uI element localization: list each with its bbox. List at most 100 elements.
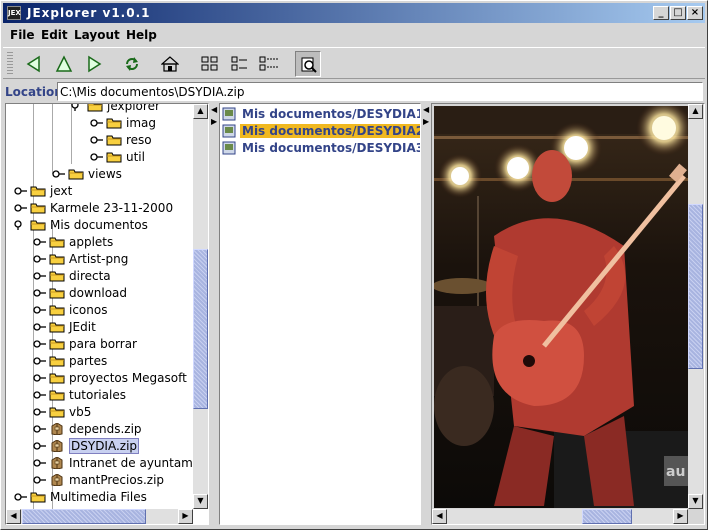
split-divider[interactable]: ◀ ▶: [422, 103, 430, 525]
title-bar[interactable]: JEX JExplorer v1.0.1 _ □ ×: [3, 3, 705, 23]
up-button[interactable]: [51, 51, 77, 77]
window-title: JExplorer v1.0.1: [27, 6, 151, 20]
collapsed-handle-icon[interactable]: [14, 186, 28, 196]
menu-help[interactable]: Help: [126, 28, 157, 42]
folder-icon: [49, 254, 65, 265]
zip-archive-icon: [51, 440, 63, 452]
collapsed-handle-icon[interactable]: [33, 288, 47, 298]
scroll-thumb[interactable]: [193, 249, 208, 409]
tree-item-label: reso: [126, 133, 152, 147]
zip-archive-icon: [51, 474, 63, 486]
forward-button[interactable]: [81, 51, 107, 77]
home-button[interactable]: [157, 51, 183, 77]
collapsed-handle-icon[interactable]: [33, 407, 47, 417]
collapsed-handle-icon[interactable]: [33, 356, 47, 366]
scroll-left-button[interactable]: ◀: [432, 509, 447, 524]
tree-item-label: tutoriales: [69, 388, 126, 402]
preview-vertical-scrollbar[interactable]: ▲ ▼: [688, 104, 703, 509]
tree-connector-line: [71, 104, 72, 164]
image-file-icon: [222, 107, 236, 121]
folder-icon: [49, 237, 65, 248]
tree-item-label: util: [126, 150, 145, 164]
collapsed-handle-icon[interactable]: [14, 203, 28, 213]
tree-item-label: Artist-png: [69, 252, 129, 266]
scroll-down-button[interactable]: ▼: [688, 494, 703, 509]
expanded-handle-icon[interactable]: [71, 103, 85, 111]
toolbar-grip[interactable]: [7, 52, 13, 76]
scroll-thumb[interactable]: [22, 509, 146, 524]
folder-icon: [49, 390, 65, 401]
collapsed-handle-icon[interactable]: [33, 441, 47, 451]
tree-horizontal-scrollbar[interactable]: ◀ ▶: [6, 509, 193, 524]
expanded-handle-icon[interactable]: [14, 220, 28, 230]
file-list: Mis documentos/DESYDIA1.jpg Mis document…: [219, 103, 421, 525]
folder-icon: [49, 339, 65, 350]
scroll-up-button[interactable]: ▲: [193, 104, 208, 119]
collapse-right-icon[interactable]: ▶: [423, 117, 429, 126]
collapsed-handle-icon[interactable]: [90, 135, 104, 145]
scroll-right-button[interactable]: ▶: [178, 509, 193, 524]
minimize-button[interactable]: _: [653, 6, 669, 20]
tree-item-label: Multimedia Files: [50, 490, 147, 504]
collapsed-handle-icon[interactable]: [33, 271, 47, 281]
refresh-icon: [126, 57, 138, 71]
tree-vertical-scrollbar[interactable]: ▲ ▼: [193, 104, 208, 509]
refresh-button[interactable]: [119, 51, 145, 77]
tree-item-label: proyectos Megasoft: [69, 371, 187, 385]
preview-horizontal-scrollbar[interactable]: ◀ ▶: [432, 509, 688, 524]
collapsed-handle-icon[interactable]: [33, 390, 47, 400]
tree-item-label: jext: [50, 184, 73, 198]
back-button[interactable]: [21, 51, 47, 77]
tree-item-label: Karmele 23-11-2000: [50, 201, 174, 215]
collapsed-handle-icon[interactable]: [90, 118, 104, 128]
zip-archive-icon: [51, 423, 63, 435]
toolbar: [3, 47, 705, 79]
preview-button[interactable]: [295, 51, 321, 77]
collapsed-handle-icon[interactable]: [33, 237, 47, 247]
scroll-down-button[interactable]: ▼: [193, 494, 208, 509]
menu-file[interactable]: File: [10, 28, 35, 42]
menu-edit[interactable]: Edit: [41, 28, 68, 42]
menu-layout[interactable]: Layout: [74, 28, 120, 42]
scroll-left-button[interactable]: ◀: [6, 509, 21, 524]
folder-icon: [68, 169, 84, 180]
collapsed-handle-icon[interactable]: [33, 475, 47, 485]
collapse-left-icon[interactable]: ◀: [211, 105, 217, 114]
scroll-thumb[interactable]: [688, 204, 703, 369]
collapsed-handle-icon[interactable]: [33, 322, 47, 332]
collapsed-handle-icon[interactable]: [90, 152, 104, 162]
image-file-icon: [222, 124, 236, 138]
close-button[interactable]: ×: [687, 6, 703, 20]
collapsed-handle-icon[interactable]: [33, 305, 47, 315]
collapsed-handle-icon[interactable]: [33, 458, 47, 468]
tree-item-label: Mis documentos: [50, 218, 148, 232]
zip-archive-icon: [51, 457, 63, 469]
maximize-button[interactable]: □: [670, 6, 686, 20]
collapsed-handle-icon[interactable]: [33, 254, 47, 264]
scroll-thumb[interactable]: [582, 509, 632, 524]
collapse-right-icon[interactable]: ▶: [211, 117, 217, 126]
tree-connector-line: [52, 104, 53, 174]
scroll-right-button[interactable]: ▶: [673, 509, 688, 524]
collapse-left-icon[interactable]: ◀: [423, 105, 429, 114]
details-view-button[interactable]: [255, 51, 281, 77]
list-view-button[interactable]: [227, 51, 253, 77]
folder-icon: [49, 305, 65, 316]
location-input[interactable]: [57, 82, 703, 101]
tree-item-label: imag: [126, 116, 156, 130]
collapsed-handle-icon[interactable]: [33, 424, 47, 434]
folder-icon: [30, 220, 46, 231]
tree-item-label: jexplorer: [107, 103, 160, 113]
split-divider[interactable]: ◀ ▶: [210, 103, 218, 525]
image-preview: au ▲ ▼ ◀ ▶: [431, 103, 705, 525]
scroll-up-button[interactable]: ▲: [688, 104, 703, 119]
collapsed-handle-icon[interactable]: [14, 492, 28, 502]
collapsed-handle-icon[interactable]: [52, 169, 66, 179]
folder-icon: [106, 152, 122, 163]
tree-item-label: DSYDIA.zip: [69, 438, 140, 454]
large-icons-view-button[interactable]: [197, 51, 223, 77]
collapsed-handle-icon[interactable]: [33, 339, 47, 349]
collapsed-handle-icon[interactable]: [33, 373, 47, 383]
folder-icon: [49, 322, 65, 333]
tree-item-label: para borrar: [69, 337, 137, 351]
